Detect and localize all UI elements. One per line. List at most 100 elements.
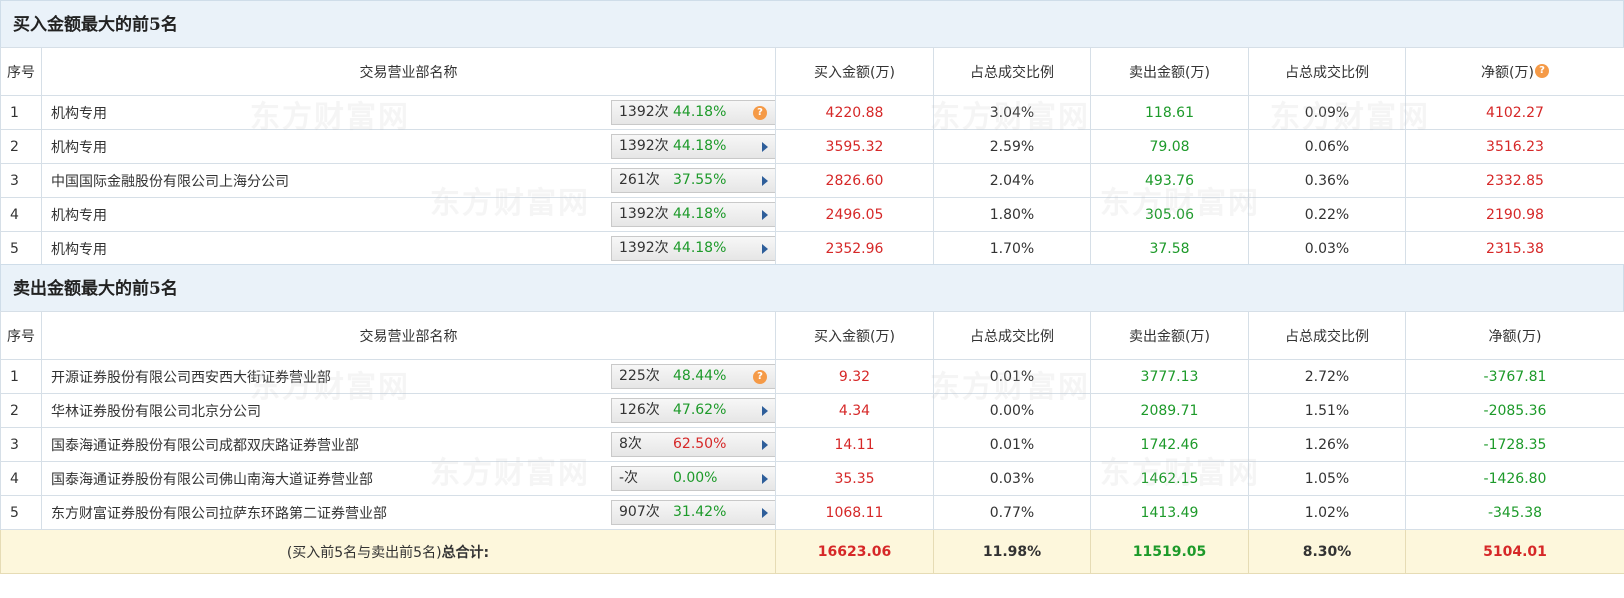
broker-stats-badge[interactable]: 1392次 44.18% (611, 202, 775, 227)
broker-name-link[interactable]: 东方财富证券股份有限公司拉萨东环路第二证券营业部 (51, 503, 387, 523)
row-index: 4 (0, 197, 42, 232)
win-rate: 47.62% (673, 402, 727, 418)
win-rate: 37.55% (673, 172, 727, 188)
buy-ratio: 1.80% (933, 197, 1091, 232)
table-row: 4 国泰海通证券股份有限公司佛山南海大道证券营业部 -次 0.00% 35.35 0.03… (0, 461, 1624, 496)
net-amount: 4102.27 (1405, 95, 1624, 130)
row-index: 2 (0, 129, 42, 164)
header-buy[interactable]: 买入金额(万) (775, 47, 934, 96)
broker-stats-badge[interactable]: -次 0.00% (611, 466, 775, 491)
table-row: 5 东方财富证券股份有限公司拉萨东环路第二证券营业部 907次 31.42% 1068.… (0, 495, 1624, 530)
buy-ratio: 0.77% (933, 495, 1091, 530)
broker-stats-badge[interactable]: 261次 37.55% (611, 168, 775, 193)
sell-amount: 79.08 (1090, 129, 1249, 164)
buy-amount: 3595.32 (775, 129, 934, 164)
sell-ratio: 1.02% (1248, 495, 1406, 530)
arrow-right-icon[interactable] (762, 176, 768, 186)
buy-ratio: 0.01% (933, 359, 1091, 394)
broker-name-link[interactable]: 国泰海通证券股份有限公司成都双庆路证券营业部 (51, 435, 359, 455)
header-idx: 序号 (0, 311, 42, 360)
net-amount: -2085.36 (1405, 393, 1624, 428)
broker-stats-badge[interactable]: 1392次 44.18% (611, 236, 775, 261)
header-sell-ratio[interactable]: 占总成交比例 (1248, 47, 1406, 96)
sell-ratio: 0.03% (1248, 231, 1406, 266)
broker-name-link[interactable]: 国泰海通证券股份有限公司佛山南海大道证券营业部 (51, 469, 373, 489)
broker-name-cell: 机构专用 1392次 44.18% (41, 129, 776, 164)
total-net: 5104.01 (1405, 529, 1624, 574)
arrow-right-icon[interactable] (762, 440, 768, 450)
question-icon[interactable]: ? (753, 106, 767, 120)
header-sell[interactable]: 卖出金额(万) (1090, 311, 1249, 360)
net-amount: -1426.80 (1405, 461, 1624, 496)
net-amount: 3516.23 (1405, 129, 1624, 164)
listing-count: 126次 (619, 402, 660, 418)
win-rate: 48.44% (673, 368, 727, 384)
table-row: 5 机构专用 1392次 44.18% 2352.96 1.70% 37.58 0.03% 23… (0, 231, 1624, 266)
net-amount: -3767.81 (1405, 359, 1624, 394)
win-rate: 31.42% (673, 504, 727, 520)
table-header-row: 序号 交易营业部名称 买入金额(万) 占总成交比例 卖出金额(万) 占总成交比例… (0, 47, 1624, 96)
total-sell: 11519.05 (1090, 529, 1249, 574)
header-buy[interactable]: 买入金额(万) (775, 311, 934, 360)
arrow-right-icon[interactable] (762, 406, 768, 416)
buy-amount: 9.32 (775, 359, 934, 394)
header-buy-ratio[interactable]: 占总成交比例 (933, 47, 1091, 96)
header-sell[interactable]: 卖出金额(万) (1090, 47, 1249, 96)
question-icon[interactable]: ? (753, 370, 767, 384)
total-row: (买入前5名与卖出前5名)总合计: 16623.06 11.98% 11519.… (0, 529, 1624, 574)
header-name: 交易营业部名称 (41, 311, 776, 360)
header-buy-ratio[interactable]: 占总成交比例 (933, 311, 1091, 360)
arrow-right-icon[interactable] (762, 244, 768, 254)
arrow-right-icon[interactable] (762, 210, 768, 220)
net-amount: -345.38 (1405, 495, 1624, 530)
row-index: 5 (0, 231, 42, 266)
broker-name-link[interactable]: 机构专用 (51, 137, 107, 157)
buy-amount: 35.35 (775, 461, 934, 496)
sell-amount: 493.76 (1090, 163, 1249, 198)
broker-stats-badge[interactable]: 1392次 44.18% (611, 134, 775, 159)
sell-amount: 37.58 (1090, 231, 1249, 266)
row-index: 1 (0, 95, 42, 130)
table-row: 3 国泰海通证券股份有限公司成都双庆路证券营业部 8次 62.50% 14.11 0.01… (0, 427, 1624, 462)
sell-ratio: 0.09% (1248, 95, 1406, 130)
broker-stats-badge[interactable]: 1392次 44.18%? (611, 100, 775, 125)
broker-name-link[interactable]: 华林证券股份有限公司北京分公司 (51, 401, 261, 421)
table-row: 3 中国国际金融股份有限公司上海分公司 261次 37.55% 2826.60 2.04%… (0, 163, 1624, 198)
sell-amount: 305.06 (1090, 197, 1249, 232)
broker-name-cell: 东方财富证券股份有限公司拉萨东环路第二证券营业部 907次 31.42% (41, 495, 776, 530)
sell-ratio: 0.06% (1248, 129, 1406, 164)
header-sell-ratio[interactable]: 占总成交比例 (1248, 311, 1406, 360)
broker-stats-badge[interactable]: 225次 48.44%? (611, 364, 775, 389)
buy-amount: 4.34 (775, 393, 934, 428)
row-index: 2 (0, 393, 42, 428)
arrow-right-icon[interactable] (762, 142, 768, 152)
broker-stats-badge[interactable]: 126次 47.62% (611, 398, 775, 423)
broker-stats-badge[interactable]: 907次 31.42% (611, 500, 775, 525)
broker-name-link[interactable]: 机构专用 (51, 239, 107, 259)
sell-amount: 3777.13 (1090, 359, 1249, 394)
arrow-right-icon[interactable] (762, 474, 768, 484)
broker-name-link[interactable]: 机构专用 (51, 205, 107, 225)
net-amount: 2315.38 (1405, 231, 1624, 266)
table-row: 2 机构专用 1392次 44.18% 3595.32 2.59% 79.08 0.06% 35… (0, 129, 1624, 164)
listing-count: 261次 (619, 172, 660, 188)
broker-stats-badge[interactable]: 8次 62.50% (611, 432, 775, 457)
broker-name-link[interactable]: 开源证券股份有限公司西安西大街证券营业部 (51, 367, 331, 387)
header-net[interactable]: 净额(万)? (1405, 47, 1624, 96)
table-row: 1 机构专用 1392次 44.18%? 4220.88 3.04% 118.61 0.09%… (0, 95, 1624, 130)
net-amount: 2190.98 (1405, 197, 1624, 232)
buy-amount: 2496.05 (775, 197, 934, 232)
sell-ratio: 1.05% (1248, 461, 1406, 496)
header-net[interactable]: 净额(万) (1405, 311, 1624, 360)
table-row: 4 机构专用 1392次 44.18% 2496.05 1.80% 305.06 0.22% 2… (0, 197, 1624, 232)
broker-name-link[interactable]: 机构专用 (51, 103, 107, 123)
total-label-prefix: (买入前5名与卖出前5名) (286, 544, 442, 561)
row-index: 4 (0, 461, 42, 496)
question-icon[interactable]: ? (1534, 63, 1549, 78)
listing-count: 225次 (619, 368, 660, 384)
arrow-right-icon[interactable] (762, 508, 768, 518)
broker-name-link[interactable]: 中国国际金融股份有限公司上海分公司 (51, 171, 289, 191)
header-idx: 序号 (0, 47, 42, 96)
listing-count: 1392次 (619, 206, 669, 222)
listing-count: 1392次 (619, 240, 669, 256)
